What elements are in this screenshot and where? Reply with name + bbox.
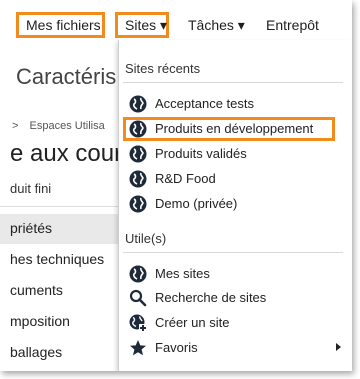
menu-item-label: Créer un site (155, 315, 230, 330)
globe-icon (129, 145, 147, 163)
menu-item-acceptance-tests[interactable]: Acceptance tests (123, 92, 335, 116)
menu-item-creer-un-site[interactable]: Créer un site (123, 311, 335, 335)
left-nav-item[interactable]: hes techniques (10, 251, 104, 267)
menu-item-recherche-de-sites[interactable]: Recherche de sites (123, 286, 335, 310)
globe-icon (129, 195, 147, 213)
content-heading: e aux cour (10, 140, 123, 167)
nav-my-files[interactable]: Mes fichiers (16, 12, 105, 38)
menu-item-favoris[interactable]: Favoris (123, 336, 341, 360)
globe-icon (129, 170, 147, 188)
globe-icon (129, 95, 147, 113)
left-nav-item[interactable]: ballages (10, 344, 62, 360)
globe-icon (129, 265, 147, 283)
menu-item-label: Acceptance tests (155, 96, 254, 111)
content-subtitle: duit fini (10, 181, 52, 196)
menu-item-label: R&D Food (155, 171, 216, 186)
globe-add-icon (129, 314, 147, 332)
recent-sites-header: Sites récents (125, 61, 201, 76)
globe-icon (129, 120, 147, 138)
menu-divider (123, 252, 343, 253)
divider (0, 206, 122, 207)
menu-item-mes-sites[interactable]: Mes sites (123, 262, 335, 286)
menu-item-label: Favoris (155, 340, 198, 355)
star-icon (130, 340, 146, 356)
left-nav-item[interactable]: cuments (10, 282, 63, 298)
menu-item-produits-valides[interactable]: Produits validés (123, 142, 335, 166)
page-title: Caractéris (16, 64, 117, 89)
menu-item-label: Demo (privée) (155, 196, 238, 211)
menu-item-produits-en-developpement[interactable]: Produits en développement (123, 117, 335, 141)
left-nav-item[interactable]: mposition (10, 313, 70, 329)
menu-item-demo-privee[interactable]: Demo (privée) (123, 192, 335, 216)
menu-item-label: Recherche de sites (155, 290, 267, 305)
menu-divider (123, 82, 343, 83)
nav-repository[interactable]: Entrepôt (266, 12, 319, 38)
menu-item-label: Produits validés (155, 146, 247, 161)
top-navigation: Mes fichiers Sites ▾ Tâches ▾ Entrepôt (0, 0, 352, 40)
breadcrumb-separator: > (12, 120, 19, 132)
useful-header: Utile(s) (125, 231, 167, 246)
sites-dropdown-menu: Sites récents Acceptance tests Produits … (118, 40, 352, 371)
breadcrumb: > Espaces Utilisa (12, 120, 105, 132)
menu-item-rd-food[interactable]: R&D Food (123, 167, 335, 191)
nav-sites-menu[interactable]: Sites ▾ (115, 12, 169, 38)
left-nav-item[interactable]: priétés (10, 220, 52, 236)
breadcrumb-link[interactable]: Espaces Utilisa (30, 120, 105, 132)
submenu-arrow-icon (336, 343, 341, 351)
nav-tasks-menu[interactable]: Tâches ▾ (188, 12, 245, 38)
app-window: Mes fichiers Sites ▾ Tâches ▾ Entrepôt C… (0, 0, 352, 371)
menu-item-label: Produits en développement (155, 121, 314, 136)
menu-item-label: Mes sites (155, 266, 210, 281)
search-icon (129, 289, 147, 307)
